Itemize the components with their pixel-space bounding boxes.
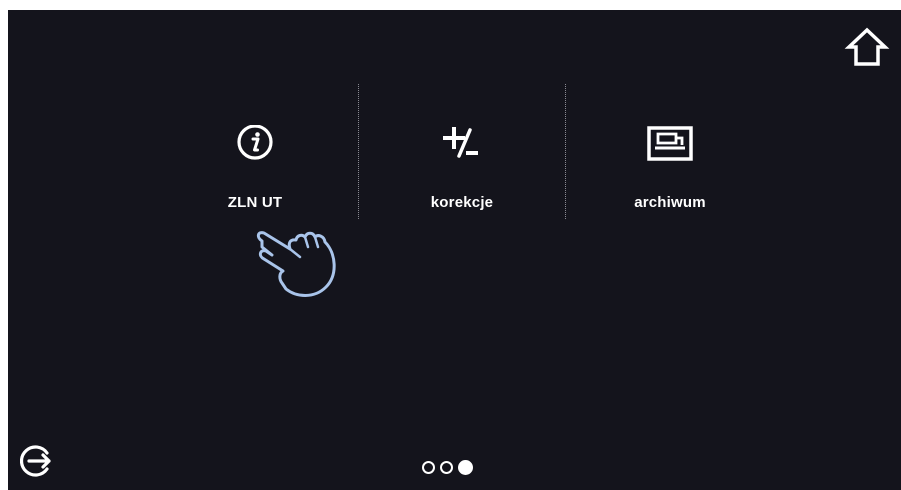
tile-zln-ut[interactable]: ZLN UT	[175, 125, 335, 225]
page-dot-active[interactable]	[458, 459, 473, 475]
tile-korekcje[interactable]: korekcje	[382, 125, 542, 225]
home-button[interactable]	[844, 24, 890, 70]
menu-divider	[565, 84, 566, 219]
tile-label: korekcje	[430, 194, 494, 211]
page-dot[interactable]	[422, 460, 435, 474]
screen: ZLN UT korekcje archiwum	[8, 10, 901, 490]
tile-label: archiwum	[634, 194, 706, 211]
tile-label: ZLN UT	[227, 194, 283, 211]
archive-icon	[646, 125, 694, 173]
pointing-hand-icon	[252, 225, 352, 305]
page-indicator	[422, 457, 473, 477]
page-dot[interactable]	[440, 460, 453, 474]
info-icon	[231, 125, 279, 173]
home-icon	[844, 24, 890, 70]
exit-icon	[20, 444, 54, 478]
tile-archiwum[interactable]: archiwum	[590, 125, 750, 225]
menu-divider	[358, 84, 359, 219]
exit-button[interactable]	[20, 444, 54, 478]
plus-minus-icon	[438, 125, 486, 173]
